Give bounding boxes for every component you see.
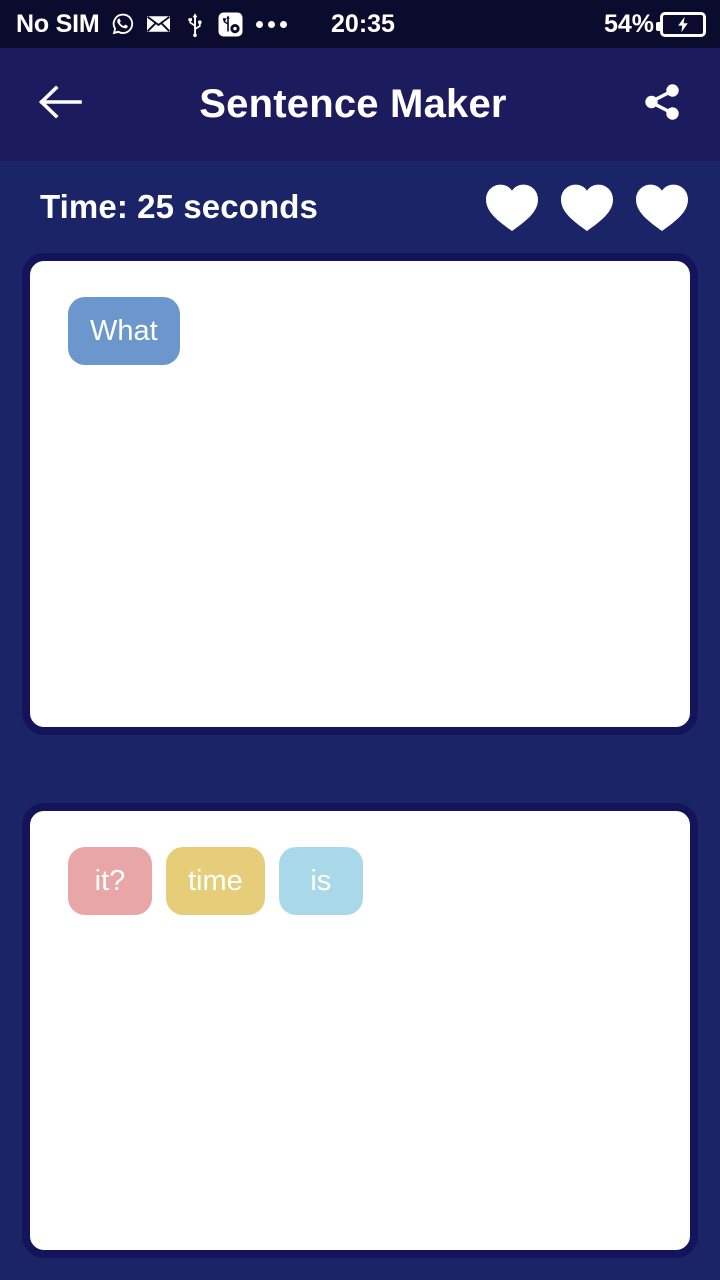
lives-container (484, 181, 702, 233)
usb-debug-icon (218, 11, 244, 37)
whatsapp-icon (110, 11, 136, 37)
timer-row: Time: 25 seconds (0, 161, 720, 253)
page-title: Sentence Maker (199, 82, 507, 126)
battery-percent-label: 54% (603, 9, 654, 38)
sim-status-label: No SIM (16, 9, 100, 38)
mail-icon (146, 11, 172, 37)
status-bar: No SIM 20:35 54% (0, 0, 720, 48)
back-button[interactable] (30, 75, 90, 135)
status-clock: 20:35 (331, 9, 395, 38)
answer-chip-area[interactable]: What (30, 261, 690, 401)
word-bank-chip-area[interactable]: it? time is (30, 811, 690, 951)
word-bank-chip[interactable]: time (166, 847, 265, 915)
status-bar-left: No SIM (16, 10, 287, 39)
life-heart-icon (634, 181, 690, 233)
timer-label: Time: 25 seconds (40, 188, 318, 225)
usb-icon (182, 11, 208, 37)
life-heart-icon (484, 181, 540, 233)
share-button[interactable] (632, 75, 692, 135)
share-icon (641, 81, 683, 128)
word-bank-chip[interactable]: it? (68, 847, 152, 915)
back-arrow-icon (38, 85, 82, 124)
overflow-dots-icon (255, 20, 287, 28)
battery-charging-icon (656, 11, 706, 37)
word-bank-chip[interactable]: is (278, 847, 363, 915)
app-bar: Sentence Maker (0, 48, 720, 161)
answer-word-chip[interactable]: What (68, 297, 180, 365)
status-bar-right: 54% (604, 10, 706, 39)
life-heart-icon (559, 181, 615, 233)
word-bank-card[interactable]: it? time is (22, 803, 698, 1258)
answer-card[interactable]: What (22, 253, 698, 735)
